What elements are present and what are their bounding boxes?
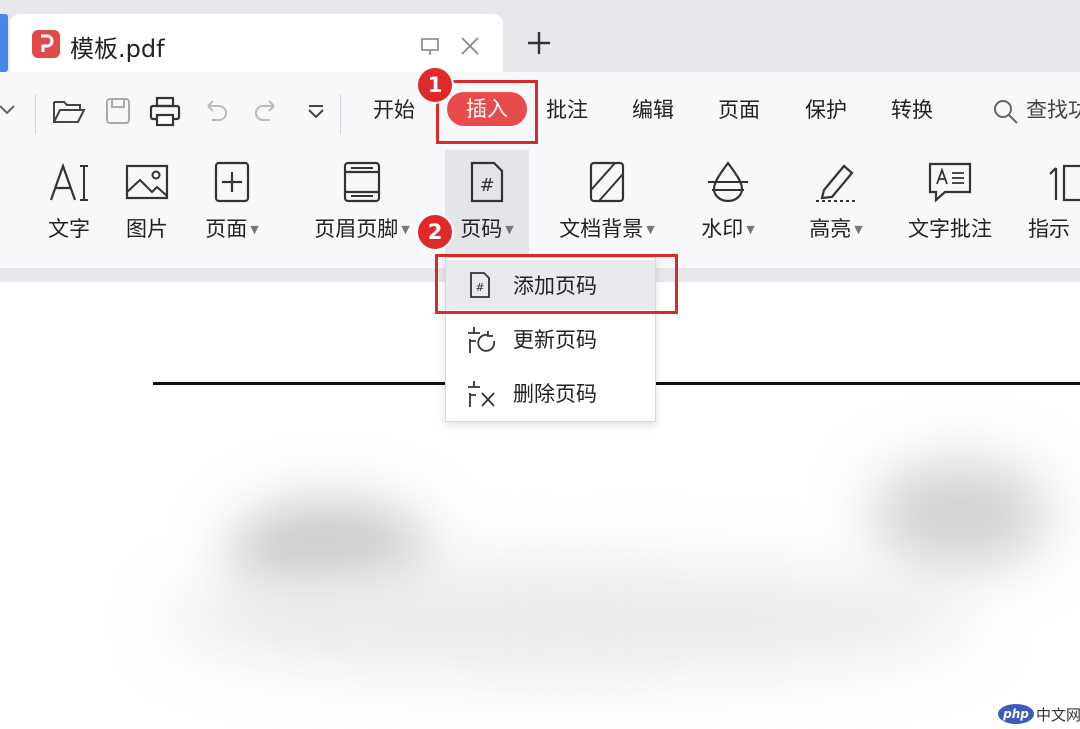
tab-edge-accent	[0, 14, 8, 72]
delete-page-number-item[interactable]: 删除页码	[446, 368, 655, 418]
tab-edit[interactable]: 编辑	[632, 92, 674, 128]
ribbon-text-annotation-button[interactable]: 文字批注	[902, 160, 998, 260]
search-label: 查找功	[1026, 98, 1080, 122]
tab-title: 模板.pdf	[70, 35, 165, 63]
watermark-text: 中文网	[1036, 706, 1080, 724]
redo-icon[interactable]	[252, 96, 280, 128]
ribbon-page-number-button[interactable]: # 页码 ▼	[445, 160, 529, 260]
image-icon	[124, 160, 170, 208]
tab-start[interactable]: 开始	[373, 92, 415, 128]
refresh-page-number-icon	[466, 325, 498, 359]
step-1-badge: 1	[416, 66, 454, 104]
collapse-chevron-icon[interactable]	[0, 98, 16, 126]
tab-page[interactable]: 页面	[718, 92, 760, 128]
header-footer-icon	[340, 160, 384, 208]
tab-protect[interactable]: 保护	[805, 92, 847, 128]
save-icon[interactable]	[104, 96, 132, 130]
print-icon[interactable]	[148, 96, 182, 132]
ribbon-image-button[interactable]: 图片	[118, 160, 176, 260]
search-box[interactable]: 查找功	[990, 90, 1080, 130]
ribbon-text-button[interactable]: 文字	[40, 160, 98, 260]
page-add-icon	[210, 160, 254, 208]
pdf-file-icon	[32, 30, 60, 58]
delete-page-number-icon	[466, 379, 498, 413]
separator	[340, 94, 341, 134]
update-page-number-item[interactable]: 更新页码	[446, 314, 655, 364]
tab-bar: 模板.pdf	[0, 0, 1080, 72]
ribbon-pointer-button[interactable]: 指示	[1028, 160, 1080, 260]
highlight-icon	[812, 160, 860, 208]
step-2-badge: 2	[416, 213, 454, 251]
text-annotation-icon	[927, 160, 973, 208]
tab-annotate[interactable]: 批注	[546, 92, 588, 128]
folder-open-icon[interactable]	[52, 96, 86, 130]
tab-convert[interactable]: 转换	[891, 92, 933, 128]
php-logo: php	[998, 704, 1034, 724]
tab-close-icon[interactable]	[458, 34, 482, 62]
new-tab-icon[interactable]	[526, 30, 552, 60]
page-number-icon: #	[465, 160, 509, 208]
document-tab[interactable]: 模板.pdf	[10, 14, 503, 72]
separator	[35, 94, 36, 134]
watermark-icon	[706, 160, 750, 208]
ribbon-watermark-button[interactable]: 水印 ▼	[693, 160, 763, 260]
doc-background-icon	[585, 160, 629, 208]
blurred-content	[170, 560, 970, 680]
blurred-content	[870, 460, 1050, 570]
tab-pin-icon[interactable]	[418, 34, 442, 62]
add-page-number-highlight-box	[435, 254, 678, 314]
undo-icon[interactable]	[202, 96, 230, 128]
ribbon-doc-background-button[interactable]: 文档背景 ▼	[550, 160, 664, 260]
ribbon-page-button[interactable]: 页面 ▼	[196, 160, 268, 260]
svg-text:#: #	[479, 175, 494, 196]
pointer-icon	[1044, 160, 1080, 208]
ribbon-highlight-button[interactable]: 高亮 ▼	[802, 160, 870, 260]
ribbon-header-footer-button[interactable]: 页眉页脚 ▼	[306, 160, 418, 260]
more-dropdown-icon[interactable]	[306, 104, 326, 124]
search-icon	[992, 98, 1020, 130]
text-icon	[47, 160, 91, 208]
